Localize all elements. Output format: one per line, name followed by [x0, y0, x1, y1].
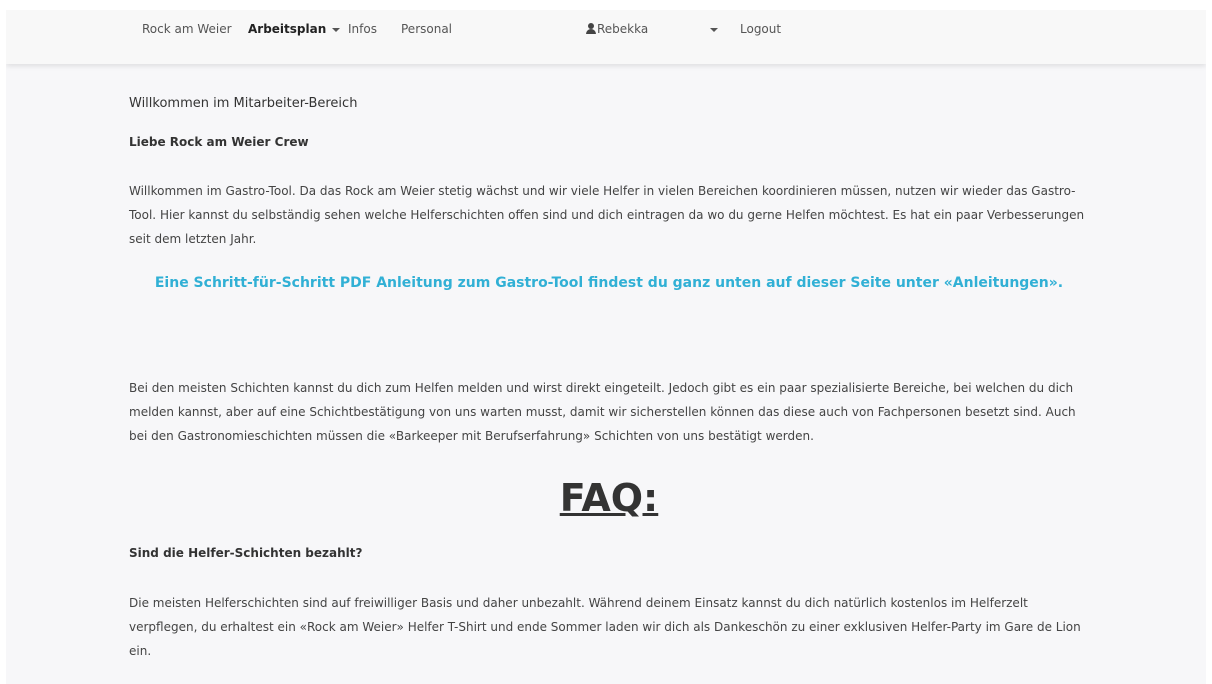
- nav-link-infos[interactable]: Infos: [348, 22, 377, 36]
- shifts-paragraph: Bei den meisten Schichten kannst du dich…: [129, 381, 1076, 443]
- user-name: Rebekka: [597, 22, 649, 36]
- nav-link-arbeitsplan[interactable]: Arbeitsplan: [248, 22, 341, 36]
- greeting-title: Liebe Rock am Weier Crew: [129, 135, 309, 149]
- page-frame: Rock am Weier Arbeitsplan Infos Personal…: [6, 10, 1206, 684]
- nav-link-personal[interactable]: Personal: [401, 22, 452, 36]
- nav-link-arbeitsplan-label: Arbeitsplan: [248, 22, 327, 36]
- caret-down-icon: [710, 27, 718, 32]
- logout-link[interactable]: Logout: [740, 22, 781, 36]
- intro-paragraph: Willkommen im Gastro-Tool. Da das Rock a…: [129, 184, 1085, 246]
- main-content: Willkommen im Mitarbeiter-Bereich Liebe …: [129, 96, 1089, 663]
- nav-link-rock-am-weier[interactable]: Rock am Weier: [142, 22, 232, 36]
- user-dropdown-toggle[interactable]: [704, 22, 718, 36]
- chevron-down-icon: [332, 27, 341, 32]
- welcome-line: Willkommen im Mitarbeiter-Bereich: [129, 96, 358, 111]
- faq-heading: FAQ:: [559, 476, 659, 520]
- user-icon: [586, 23, 596, 34]
- top-navbar: Rock am Weier Arbeitsplan Infos Personal…: [6, 10, 1206, 64]
- faq-answer: Die meisten Helferschichten sind auf fre…: [129, 596, 1081, 658]
- pdf-guide-note: Eine Schritt-für-Schritt PDF Anleitung z…: [154, 275, 1064, 291]
- user-menu[interactable]: Rebekka: [586, 22, 648, 36]
- faq-question: Sind die Helfer-Schichten bezahlt?: [129, 546, 363, 560]
